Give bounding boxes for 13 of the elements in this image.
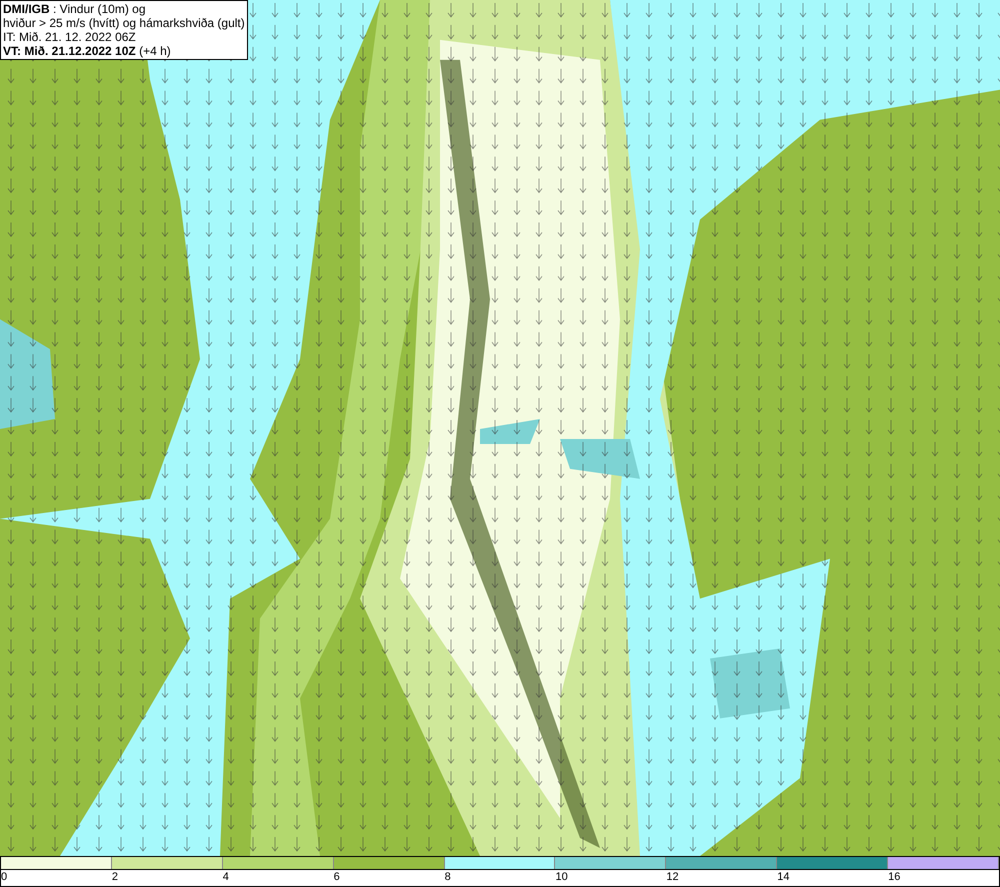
- legend-tick-label: 4: [222, 870, 229, 885]
- legend-tick-label: 2: [112, 870, 118, 885]
- legend-tick-label: 14: [777, 870, 790, 885]
- title-line: hviður > 25 m/s (hvítt) og hámarkshviða (gult): [3, 16, 245, 30]
- legend-tick-label: 6: [334, 870, 340, 885]
- legend-tick-label: 10: [555, 870, 568, 885]
- title-line: IT: Mið. 21. 12. 2022 06Z: [3, 30, 137, 44]
- legend-tick-label: 8: [444, 870, 451, 885]
- title-line: VT: Mið. 21.12.2022 10Z (+4 h): [3, 44, 172, 58]
- title-line: DMI/IGB : Vindur (10m) og: [3, 2, 146, 16]
- legend-tick-label: 16: [888, 870, 900, 885]
- legend-tick-label: 12: [666, 870, 679, 885]
- legend-tick-label: 0: [1, 870, 8, 885]
